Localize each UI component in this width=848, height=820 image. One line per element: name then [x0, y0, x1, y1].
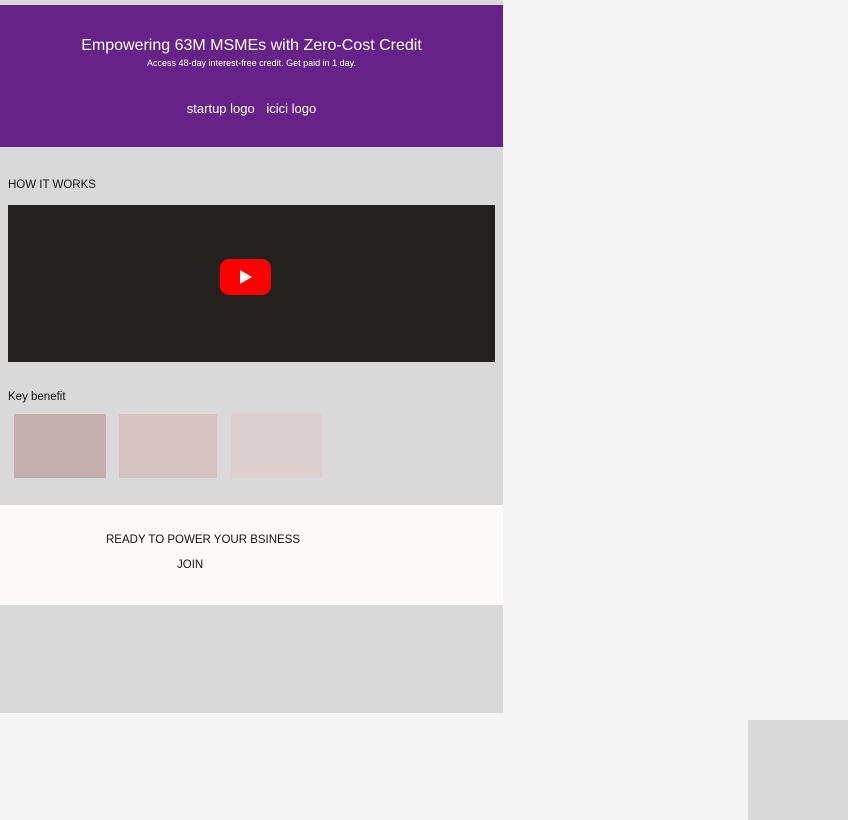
cta-title: READY TO POWER YOUR BSINESS [106, 534, 301, 546]
youtube-play-icon[interactable] [220, 259, 271, 295]
how-it-works-title: HOW IT WORKS [8, 179, 96, 191]
corner-block [748, 720, 848, 820]
hero-title: Empowering 63M MSMEs with Zero-Cost Cred… [81, 37, 422, 54]
footer [0, 605, 503, 713]
play-triangle-icon [240, 270, 252, 284]
icici-logo: icici logo [266, 101, 317, 116]
partner-logos: startup logo icici logo [0, 101, 503, 117]
hero-section: Empowering 63M MSMEs with Zero-Cost Cred… [0, 5, 503, 147]
hero-subtitle: Access 48-day interest-free credit. Get … [147, 58, 356, 68]
join-button[interactable]: JOIN [177, 558, 203, 572]
benefit-card [119, 414, 217, 478]
page: Empowering 63M MSMEs with Zero-Cost Cred… [0, 0, 848, 820]
benefit-card [231, 414, 322, 478]
benefit-card [14, 414, 106, 478]
key-benefit-title: Key benefit [8, 391, 66, 403]
video-player[interactable] [8, 205, 495, 362]
startup-logo: startup logo [186, 101, 255, 116]
cta-section: READY TO POWER YOUR BSINESS JOIN [0, 505, 503, 605]
how-it-works-section: HOW IT WORKS Key benefit [0, 147, 503, 505]
